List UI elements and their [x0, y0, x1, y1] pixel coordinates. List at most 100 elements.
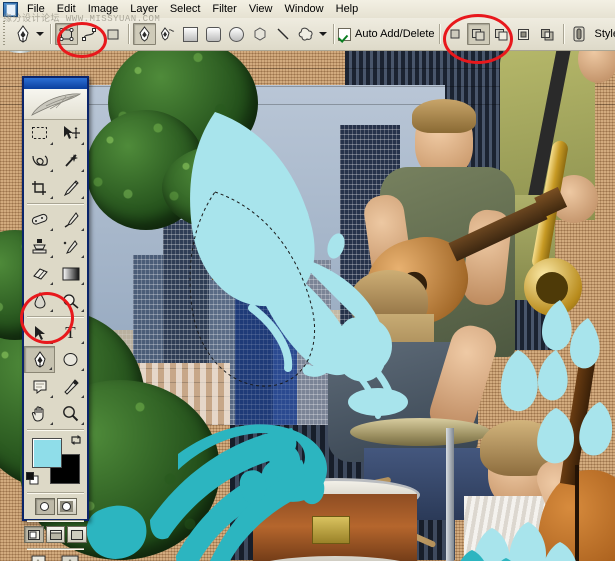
- pen-tool[interactable]: [24, 346, 55, 373]
- full-screen-with-menubar-button[interactable]: [45, 526, 66, 543]
- tools-divider-2: [27, 316, 84, 317]
- auto-add-delete-checkbox[interactable]: [338, 27, 351, 41]
- menu-help[interactable]: Help: [330, 1, 365, 17]
- pen-tool-icon[interactable]: [12, 23, 34, 45]
- tools-grid: T: [24, 120, 87, 427]
- crop-tool[interactable]: [24, 174, 55, 201]
- eraser-tool[interactable]: [24, 260, 55, 287]
- tools-palette[interactable]: T: [22, 76, 89, 561]
- custom-shape-tool[interactable]: [55, 346, 86, 373]
- tree-canopy-center: [162, 145, 282, 230]
- full-screen-icon: [71, 529, 84, 540]
- ellipse-icon: [229, 26, 244, 42]
- slice-tool[interactable]: [55, 174, 86, 201]
- default-colors-icon[interactable]: [26, 472, 39, 485]
- color-swatches: [24, 432, 87, 490]
- line-tool-button[interactable]: [271, 23, 294, 45]
- snare-drum: [250, 478, 420, 561]
- rectangle-tool-button[interactable]: [179, 23, 202, 45]
- line-icon: [277, 28, 288, 40]
- options-separator-1: [50, 24, 51, 44]
- tools-divider-4: [27, 492, 84, 493]
- custom-shape-icon: [298, 27, 313, 41]
- path-selection-tool[interactable]: [24, 319, 55, 346]
- pen-tool-button[interactable]: [133, 23, 156, 45]
- feather-logo-icon: [24, 89, 87, 120]
- options-separator-5: [562, 24, 564, 44]
- menu-view[interactable]: View: [243, 1, 279, 17]
- watermark-text: 缘分设计论坛 WWW.MISSYUAN.COM: [3, 14, 161, 23]
- cymbal: [350, 418, 490, 446]
- photoshop-window: File Edit Image Layer Select Filter View…: [0, 0, 615, 561]
- rounded-rectangle-icon: [206, 26, 221, 42]
- options-separator-4: [438, 24, 440, 44]
- rectangle-icon: [183, 26, 198, 42]
- imageready-icon: [61, 555, 78, 561]
- mask-mode-buttons: [24, 495, 87, 518]
- full-screen-mode-button[interactable]: [67, 526, 88, 543]
- full-screen-menubar-icon: [49, 529, 62, 540]
- swap-colors-icon[interactable]: [70, 434, 82, 446]
- style-label: Style:: [594, 28, 615, 40]
- freeform-pen-tool-button[interactable]: [156, 23, 179, 45]
- standard-screen-icon: [27, 529, 40, 540]
- dodge-tool[interactable]: [55, 287, 86, 314]
- auto-add-delete-label: Auto Add/Delete: [355, 28, 435, 40]
- hand-tool[interactable]: [24, 400, 55, 427]
- paths-button[interactable]: [78, 23, 101, 45]
- rounded-rectangle-tool-button[interactable]: [202, 23, 225, 45]
- healing-brush-tool[interactable]: [24, 206, 55, 233]
- add-to-path-area-button[interactable]: [466, 23, 490, 45]
- custom-shape-tool-button[interactable]: [294, 23, 317, 45]
- layer-style-icon[interactable]: [568, 23, 591, 45]
- rectangular-marquee-tool[interactable]: [24, 120, 55, 147]
- lasso-tool[interactable]: [24, 147, 55, 174]
- fill-pixels-button[interactable]: [101, 23, 124, 45]
- tools-divider-3: [27, 429, 84, 430]
- intersect-path-areas-button[interactable]: [513, 23, 536, 45]
- quick-mask-mode-button[interactable]: [56, 498, 77, 515]
- options-separator-3: [333, 24, 334, 44]
- quick-mask-icon: [60, 501, 73, 512]
- gradient-tool[interactable]: [55, 260, 86, 287]
- zoom-tool[interactable]: [55, 400, 86, 427]
- jump-to-imageready-button[interactable]: [31, 554, 55, 561]
- standard-screen-mode-button[interactable]: [24, 526, 44, 543]
- cymbal-stand: [446, 428, 454, 561]
- image-canvas[interactable]: [0, 50, 615, 561]
- tools-divider-5: [27, 520, 84, 521]
- magic-wand-tool[interactable]: [55, 147, 86, 174]
- exclude-overlapping-path-areas-button[interactable]: [536, 23, 559, 45]
- exclude-shape-areas-icon: [540, 28, 554, 40]
- move-tool[interactable]: [55, 120, 86, 147]
- double-bass: [530, 354, 615, 561]
- new-shape-area-icon: [450, 29, 460, 39]
- shape-layers-button[interactable]: [55, 23, 78, 45]
- blur-tool[interactable]: [24, 287, 55, 314]
- brush-tool[interactable]: [55, 206, 86, 233]
- tools-divider-6: [27, 548, 84, 549]
- intersect-shape-areas-icon: [518, 28, 530, 40]
- type-tool[interactable]: T: [55, 319, 86, 346]
- notes-tool[interactable]: [24, 373, 55, 400]
- polygon-tool-button[interactable]: [248, 23, 271, 45]
- menu-window[interactable]: Window: [279, 1, 330, 17]
- tools-divider-1: [27, 203, 84, 204]
- eyedropper-tool[interactable]: [55, 373, 86, 400]
- options-bar-grip[interactable]: [2, 21, 9, 47]
- chevron-down-icon[interactable]: [317, 23, 329, 45]
- screen-mode-buttons: [24, 523, 88, 546]
- history-brush-tool[interactable]: [55, 233, 86, 260]
- polygon-icon: [254, 27, 265, 41]
- ellipse-tool-button[interactable]: [225, 23, 248, 45]
- add-to-path-area-new[interactable]: [444, 23, 467, 45]
- clone-stamp-tool[interactable]: [24, 233, 55, 260]
- subtract-from-path-area-button[interactable]: [490, 23, 513, 45]
- chevron-down-icon[interactable]: [34, 23, 46, 45]
- tools-palette-titlebar[interactable]: [24, 78, 87, 89]
- add-to-shape-area-icon: [471, 28, 485, 40]
- jump-to-buttons: [24, 551, 87, 561]
- imageready-icon-button[interactable]: [59, 554, 81, 561]
- foreground-color-swatch[interactable]: [32, 438, 62, 468]
- standard-mask-mode-button[interactable]: [34, 498, 55, 515]
